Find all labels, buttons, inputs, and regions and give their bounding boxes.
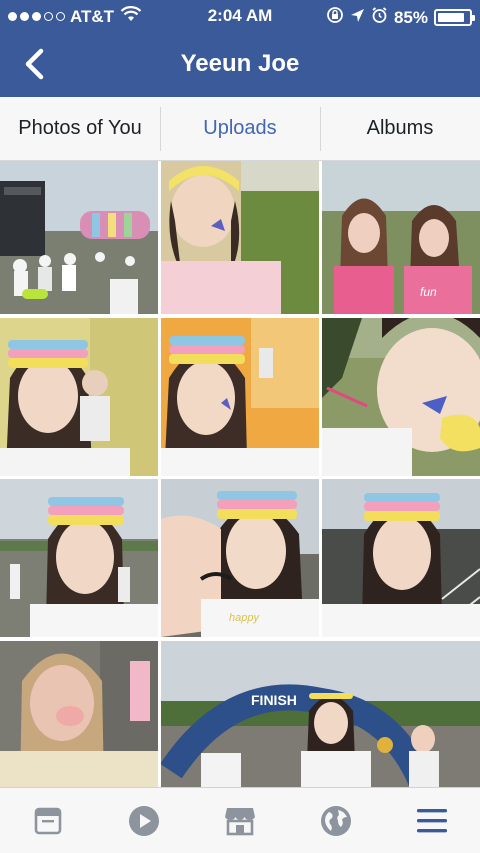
battery-icon xyxy=(434,9,475,26)
alarm-clock-icon xyxy=(371,6,388,29)
photo-thumbnail-colour-powder[interactable] xyxy=(0,641,158,787)
photo-thumbnail-rainbow-headband[interactable] xyxy=(0,318,158,476)
bottom-tab-news-feed[interactable] xyxy=(0,788,96,853)
photo-grid: fun happy FINISH xyxy=(0,161,480,787)
status-right: 85% xyxy=(326,6,475,29)
navigation-bar: Yeeun Joe xyxy=(0,38,480,90)
photo-thumbnail-field-selfie[interactable] xyxy=(161,161,319,314)
page-title: Yeeun Joe xyxy=(180,50,300,77)
app-header: AT&T 2:04 AM 85% Yeeun Joe xyxy=(0,0,480,97)
finish-arch-text: FINISH xyxy=(251,692,297,708)
news-feed-icon xyxy=(34,807,62,834)
photo-thumbnail-running-event[interactable] xyxy=(0,479,158,637)
tab-albums[interactable]: Albums xyxy=(320,97,480,160)
photo-thumbnail-two-girls[interactable]: fun xyxy=(322,161,480,314)
photo-thumbnail-event-stage[interactable] xyxy=(0,161,158,314)
marketplace-icon xyxy=(225,807,255,835)
rotation-lock-icon xyxy=(326,6,344,29)
battery-fill xyxy=(438,13,464,22)
photo-thumbnail-wrist[interactable]: happy xyxy=(161,479,319,637)
video-play-icon xyxy=(129,805,159,836)
bottom-tab-bar xyxy=(0,787,480,853)
status-bar: AT&T 2:04 AM 85% xyxy=(0,0,480,32)
location-arrow-icon xyxy=(350,8,365,28)
battery-tip xyxy=(472,15,475,21)
tab-photos-of-you[interactable]: Photos of You xyxy=(0,97,160,160)
svg-text:fun: fun xyxy=(420,285,437,299)
photo-thumbnail-parking-lot[interactable] xyxy=(322,479,480,637)
battery-percent: 85% xyxy=(393,7,428,27)
photo-tabs: Photos of You Uploads Albums xyxy=(0,97,480,161)
bottom-tab-notifications[interactable] xyxy=(288,788,384,853)
tab-uploads[interactable]: Uploads xyxy=(160,97,320,160)
bottom-tab-menu[interactable] xyxy=(384,788,480,853)
svg-text:happy: happy xyxy=(229,612,260,624)
photo-thumbnail-orange-powder[interactable] xyxy=(161,318,319,476)
menu-icon xyxy=(417,808,447,832)
photo-thumbnail-finish-line[interactable]: FINISH xyxy=(161,641,480,787)
bottom-tab-video[interactable] xyxy=(96,788,192,853)
photo-thumbnail-cheek-paint[interactable] xyxy=(322,318,480,476)
globe-icon xyxy=(321,805,351,836)
bottom-tab-marketplace[interactable] xyxy=(192,788,288,853)
